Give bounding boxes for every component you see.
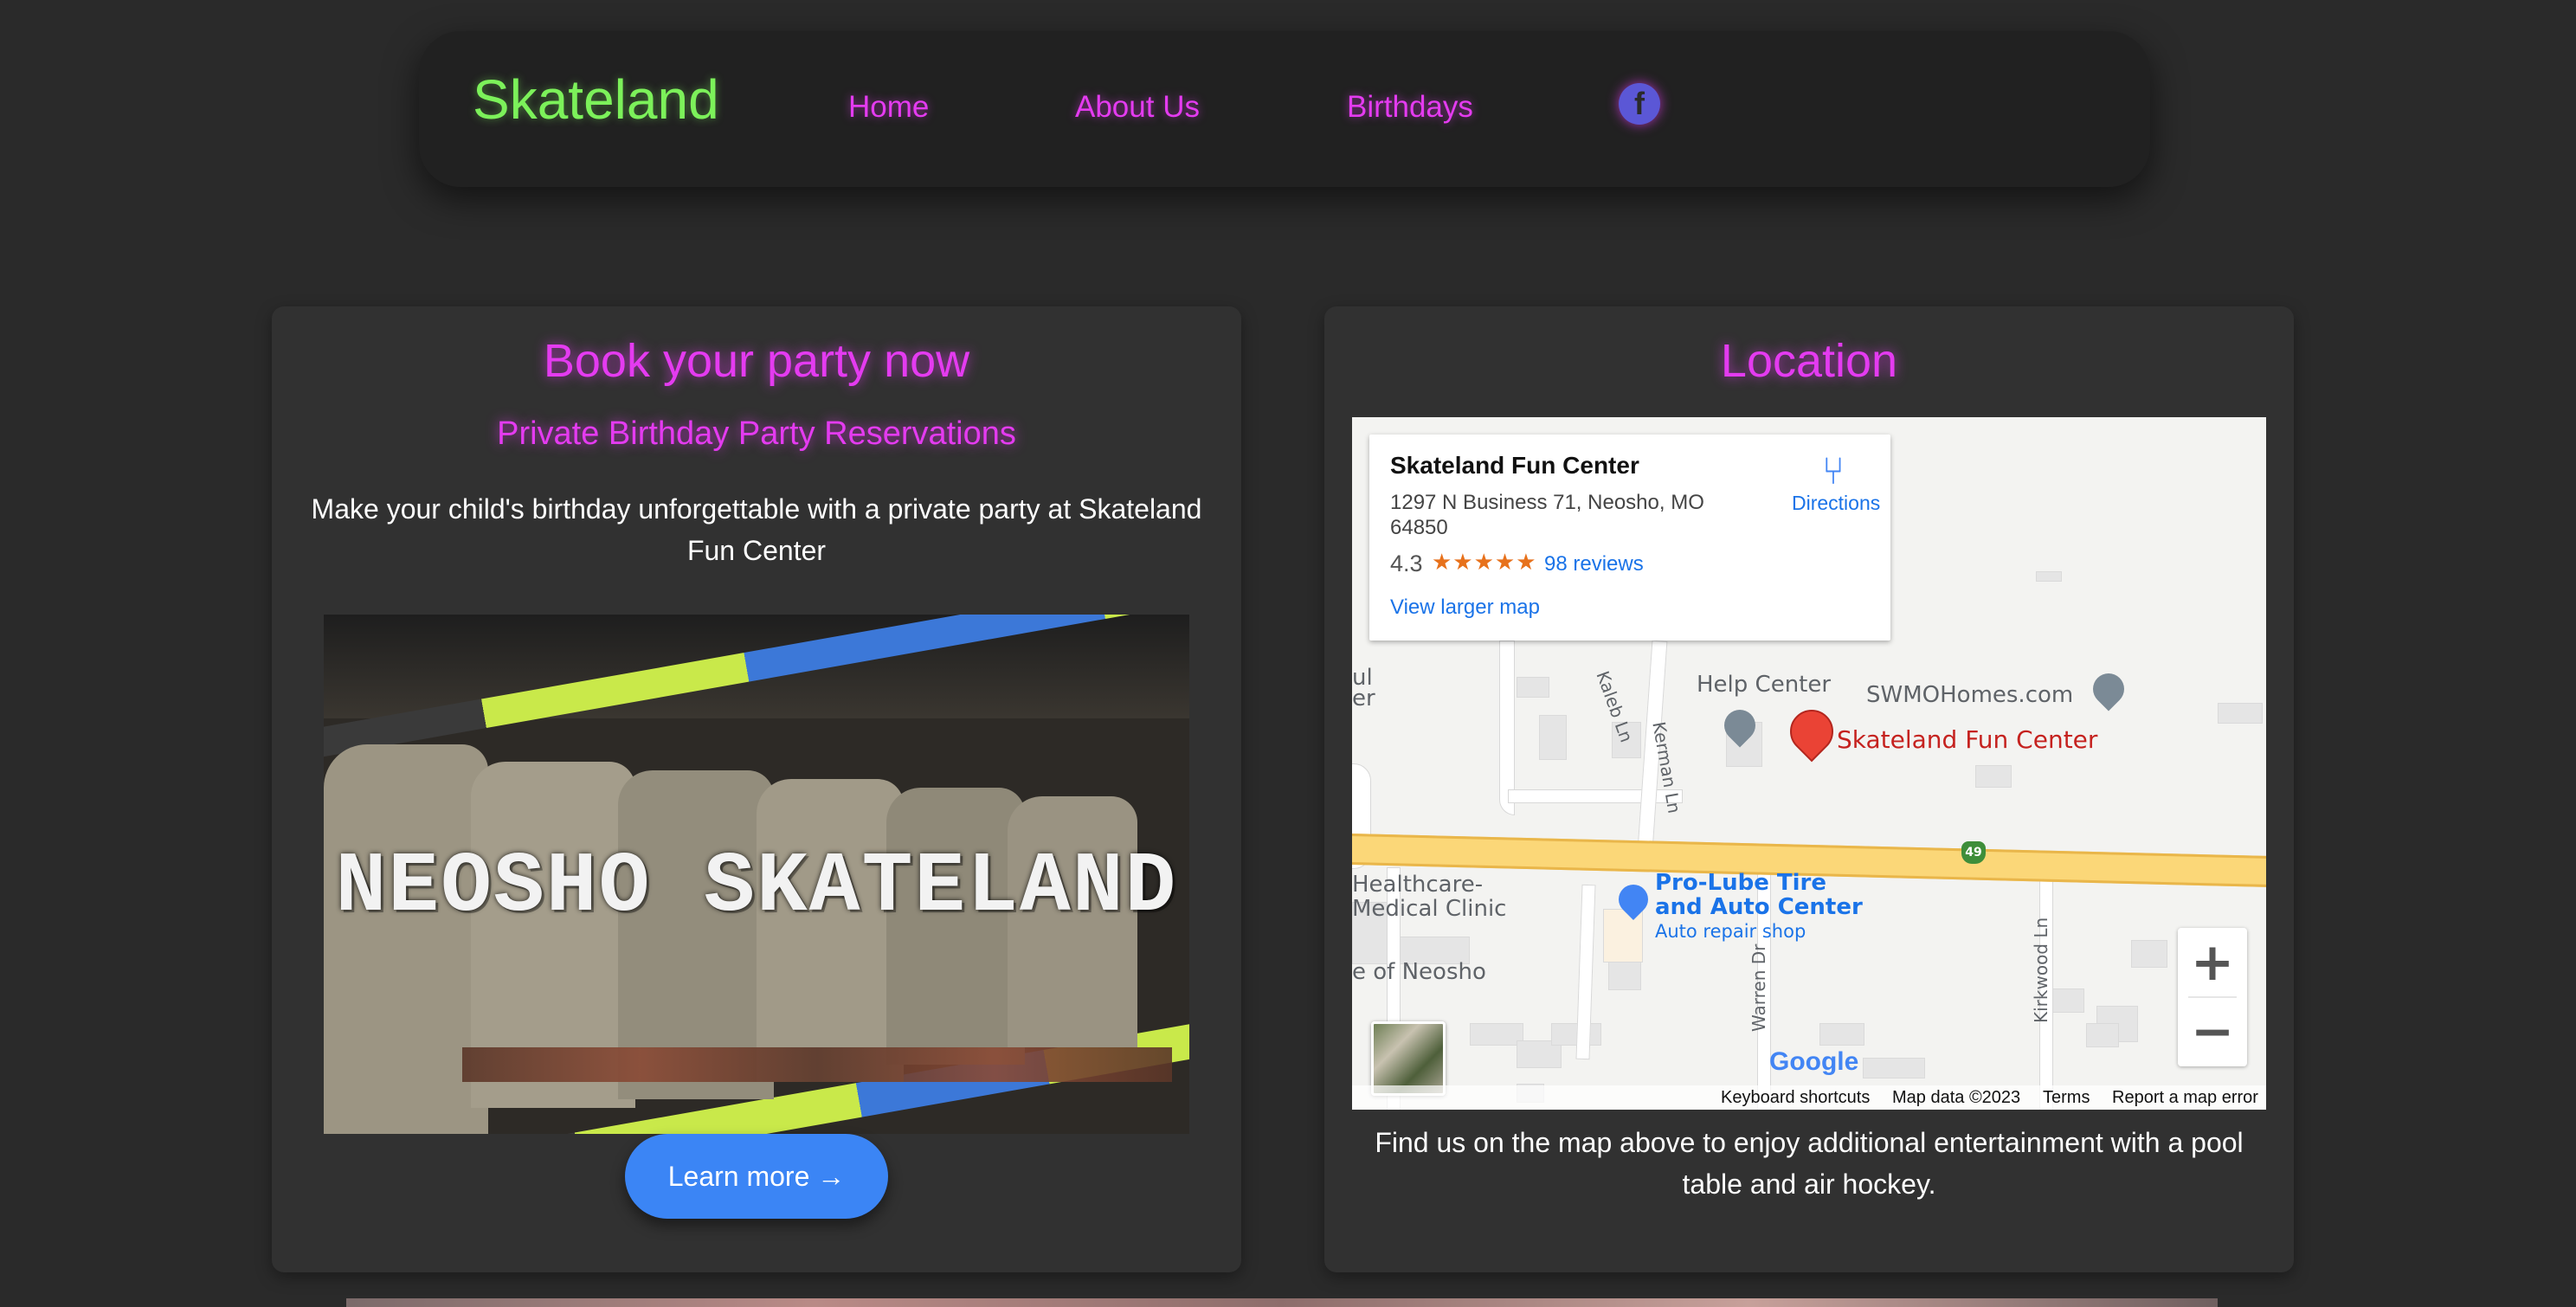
location-card: Location 49 Kaleb Ln Kerman Ln Warren Dr…	[1324, 306, 2294, 1272]
map-label-edge-2: er	[1352, 686, 1375, 711]
road-label-kirkwood: Kirkwood Ln	[2031, 917, 2051, 1023]
map-label-prolube-type: Auto repair shop	[1655, 921, 1806, 942]
top-navbar: Skateland Home About Us Birthdays f	[419, 31, 2150, 187]
place-info-card: Skateland Fun Center 1297 N Business 71,…	[1369, 435, 1890, 641]
directions-label: Directions	[1792, 492, 1881, 514]
road-label-kaleb: Kaleb Ln	[1592, 668, 1638, 745]
map-label-neosho: e of Neosho	[1352, 959, 1486, 985]
place-address: 1297 N Business 71, Neosho, MO 64850	[1390, 491, 1704, 539]
directions-icon: ⑂	[1821, 450, 1845, 493]
party-subtitle: Private Birthday Party Reservations	[497, 415, 1016, 452]
map-attribution-bar: Keyboard shortcuts Map data ©2023 Terms …	[1352, 1085, 2266, 1110]
party-title: Book your party now	[543, 335, 970, 387]
map-data-text: Map data ©2023	[1892, 1088, 2021, 1107]
rating-stars-icon: ★★★★★	[1432, 549, 1537, 575]
nav-link-about-us[interactable]: About Us	[1075, 90, 1200, 125]
highway-shield-icon: 49	[1961, 841, 1986, 864]
swmohomes-pin-icon[interactable]	[2086, 666, 2131, 711]
reviews-link[interactable]: 98 reviews	[1544, 552, 1644, 576]
keyboard-shortcuts-link[interactable]: Keyboard shortcuts	[1721, 1088, 1870, 1108]
location-title: Location	[1720, 335, 1898, 387]
map-label-prolube[interactable]: Pro-Lube Tire and Auto Center	[1655, 871, 1863, 919]
place-name: Skateland Fun Center	[1390, 452, 1639, 479]
nav-link-home[interactable]: Home	[848, 90, 929, 125]
party-card: Book your party now Private Birthday Par…	[272, 306, 1241, 1272]
terms-link[interactable]: Terms	[2043, 1088, 2090, 1108]
road-label-warren: Warren Dr	[1748, 943, 1769, 1032]
zoom-out-button[interactable]: −	[2178, 997, 2247, 1066]
next-section-image-edge	[346, 1298, 2218, 1307]
brand-logo[interactable]: Skateland	[473, 68, 719, 132]
zoom-in-button[interactable]: +	[2178, 928, 2247, 997]
map-label-swmohomes: SWMOHomes.com	[1866, 682, 2074, 708]
facebook-icon[interactable]: f	[1619, 83, 1660, 125]
directions-button[interactable]: ⑂ Directions	[1792, 450, 1881, 515]
location-description: Find us on the map above to enjoy additi…	[1375, 1127, 2244, 1200]
map-label-clinic: Healthcare-Medical Clinic	[1352, 872, 1507, 922]
location-pin-icon[interactable]	[1781, 700, 1843, 763]
skate-rental-photo: NEOSHO SKATELAND	[324, 615, 1189, 1134]
view-larger-map-link[interactable]: View larger map	[1390, 596, 1540, 620]
zoom-controls: + −	[2178, 928, 2247, 1066]
map-label-help-center: Help Center	[1697, 672, 1832, 698]
party-description: Make your child's birthday unforgettable…	[311, 493, 1202, 566]
google-logo: Google	[1769, 1047, 1859, 1076]
photo-overlay-text: NEOSHO SKATELAND	[335, 840, 1178, 936]
report-map-error-link[interactable]: Report a map error	[2112, 1088, 2258, 1108]
place-rating: 4.3	[1390, 550, 1423, 576]
pin-label-skateland[interactable]: Skateland Fun Center	[1837, 725, 2097, 754]
nav-link-birthdays[interactable]: Birthdays	[1347, 90, 1473, 125]
embedded-map[interactable]: 49 Kaleb Ln Kerman Ln Warren Dr Kirkwood…	[1352, 417, 2266, 1110]
learn-more-button[interactable]: Learn more →	[625, 1134, 888, 1219]
